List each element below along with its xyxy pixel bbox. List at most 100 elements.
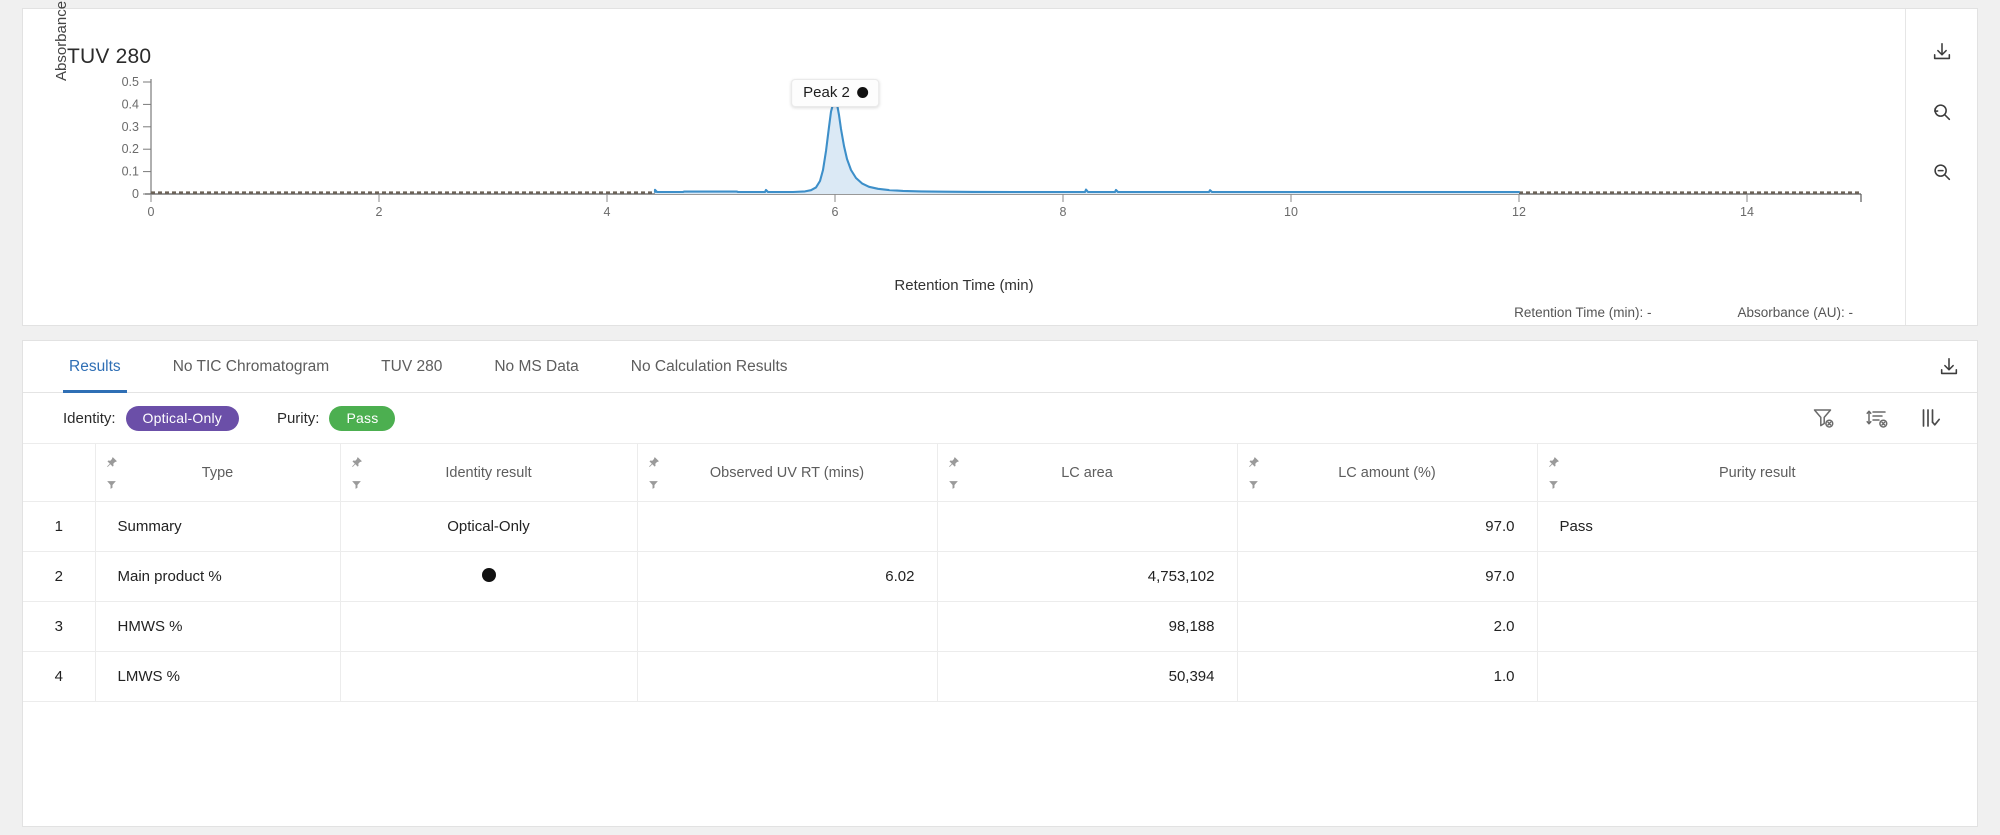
header-label: Type (201, 464, 234, 481)
cell-identity-result (340, 601, 638, 652)
cell-identity-result (340, 651, 638, 702)
cell-type: LMWS % (95, 651, 341, 702)
results-tabbar: Results No TIC Chromatogram TUV 280 No M… (23, 341, 1977, 393)
header-icons (105, 456, 118, 490)
results-table: Type Identity result Observed UV RT (min… (23, 443, 1977, 702)
chromatogram-toolbar (1905, 9, 1977, 325)
svg-text:14: 14 (1740, 205, 1754, 219)
header-identity-result[interactable]: Identity result (340, 443, 638, 502)
svg-text:0.5: 0.5 (122, 75, 139, 89)
header-label: Identity result (445, 464, 532, 481)
y-axis-labels: 0 0.1 0.2 0.3 0.4 0.5 (122, 75, 139, 201)
header-lc-area[interactable]: LC area (937, 443, 1238, 502)
tab-label: TUV 280 (381, 357, 443, 375)
cell-identity-result: Optical-Only (340, 501, 638, 552)
header-icons (1547, 456, 1560, 490)
tab-no-tic-chromatogram[interactable]: No TIC Chromatogram (147, 341, 355, 392)
chromatogram-readout: Retention Time (min): - Absorbance (AU):… (1514, 305, 1853, 320)
header-lc-amount[interactable]: LC amount (%) (1237, 443, 1538, 502)
pin-icon (948, 456, 959, 467)
peak-label-text: Peak 2 (803, 84, 850, 101)
clear-sort-icon[interactable] (1853, 398, 1901, 438)
table-row[interactable]: 2 Main product % 6.02 4,753,102 97.0 (23, 551, 1977, 602)
download-icon[interactable] (1925, 35, 1959, 69)
table-header-row: Type Identity result Observed UV RT (min… (23, 443, 1977, 502)
cell-lc-amount: 1.0 (1237, 651, 1538, 702)
cell-observed-uv-rt (637, 501, 938, 552)
cell-lc-area (937, 501, 1238, 552)
chromatogram-fill (655, 96, 1519, 194)
cell-observed-uv-rt (637, 651, 938, 702)
table-row[interactable]: 3 HMWS % 98,188 2.0 (23, 601, 1977, 652)
header-icons (350, 456, 363, 490)
pin-icon (106, 456, 117, 467)
clear-filters-icon[interactable] (1799, 398, 1847, 438)
cell-identity-result (340, 551, 638, 602)
svg-text:0.2: 0.2 (122, 142, 139, 156)
row-index: 3 (23, 601, 96, 652)
row-index: 1 (23, 501, 96, 552)
tab-label: No TIC Chromatogram (172, 357, 330, 375)
download-icon[interactable] (1921, 341, 1977, 392)
header-icons (647, 456, 660, 490)
results-table-head: Type Identity result Observed UV RT (min… (23, 443, 1977, 502)
header-label: LC amount (%) (1338, 464, 1436, 481)
pin-icon (1548, 456, 1559, 467)
peak-marker-dot (481, 567, 496, 582)
cell-purity-result: Pass (1537, 501, 1977, 552)
header-index (23, 443, 96, 502)
cell-lc-amount: 2.0 (1237, 601, 1538, 652)
analysis-results-page: TUV 280 Absorbance (AU) 0 0.1 0.2 0.3 0.… (0, 0, 2000, 835)
tab-tuv-280[interactable]: TUV 280 (355, 341, 468, 392)
purity-label: Purity: (276, 409, 320, 427)
cell-lc-amount: 97.0 (1237, 551, 1538, 602)
tab-no-calculation-results[interactable]: No Calculation Results (605, 341, 814, 392)
x-axis-ticks (150, 194, 1748, 202)
peak-marker-dot (856, 87, 868, 98)
cell-lc-amount: 97.0 (1237, 501, 1538, 552)
row-index: 2 (23, 551, 96, 602)
svg-text:0: 0 (148, 205, 155, 219)
column-chooser-icon[interactable] (1907, 398, 1955, 438)
svg-text:6: 6 (832, 205, 839, 219)
svg-text:0.1: 0.1 (122, 165, 139, 179)
svg-text:0.3: 0.3 (122, 120, 139, 134)
cell-type: Main product % (95, 551, 341, 602)
cell-type: Summary (95, 501, 341, 552)
cell-lc-area: 4,753,102 (937, 551, 1238, 602)
chromatogram-line (653, 95, 1521, 194)
header-purity-result[interactable]: Purity result (1537, 443, 1977, 502)
svg-text:12: 12 (1512, 205, 1526, 219)
filter-icon (106, 480, 116, 489)
filter-icon (1548, 480, 1558, 489)
readout-absorbance: Absorbance (AU): - (1737, 305, 1853, 320)
tab-no-ms-data[interactable]: No MS Data (468, 341, 604, 392)
row-index: 4 (23, 651, 96, 702)
results-panel: Results No TIC Chromatogram TUV 280 No M… (22, 340, 1978, 827)
cell-type: HMWS % (95, 601, 341, 652)
svg-text:0.4: 0.4 (122, 97, 139, 111)
purity-badge: Pass (329, 405, 396, 431)
cell-purity-result (1537, 651, 1977, 702)
header-observed-uv-rt[interactable]: Observed UV RT (mins) (637, 443, 938, 502)
tab-label: Results (69, 357, 121, 375)
svg-text:2: 2 (376, 205, 383, 219)
cell-observed-uv-rt: 6.02 (637, 551, 938, 602)
y-axis-ticks (143, 81, 151, 195)
table-row[interactable]: 4 LMWS % 50,394 1.0 (23, 651, 1977, 702)
svg-text:0: 0 (132, 187, 139, 201)
cell-lc-area: 98,188 (937, 601, 1238, 652)
header-type[interactable]: Type (95, 443, 341, 502)
header-icons (1247, 456, 1260, 490)
chromatogram-plot[interactable]: 0 0.1 0.2 0.3 0.4 0.5 0 2 4 6 8 10 12 14 (23, 71, 1905, 261)
reset-zoom-icon[interactable] (1925, 95, 1959, 129)
table-row[interactable]: 1 Summary Optical-Only 97.0 Pass (23, 501, 1977, 552)
peak-label[interactable]: Peak 2 (791, 79, 879, 107)
tab-results[interactable]: Results (43, 341, 147, 393)
chromatogram-svg: 0 0.1 0.2 0.3 0.4 0.5 0 2 4 6 8 10 12 14 (122, 75, 1862, 219)
header-label: Purity result (1718, 464, 1796, 481)
zoom-out-icon[interactable] (1925, 155, 1959, 189)
x-axis-labels: 0 2 4 6 8 10 12 14 (148, 205, 1754, 219)
readout-retention-time: Retention Time (min): - (1514, 305, 1652, 320)
pin-icon (351, 456, 362, 467)
